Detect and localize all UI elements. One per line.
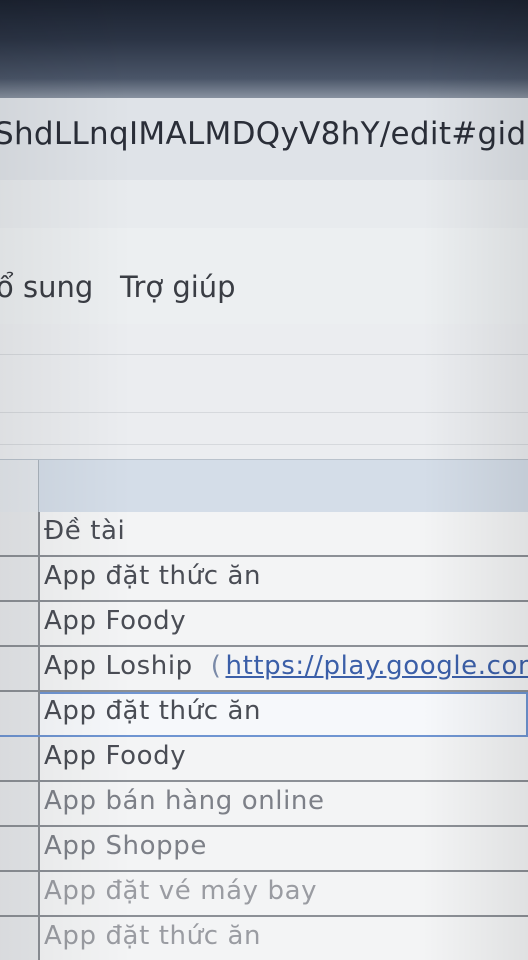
table-cell[interactable]: App Foody [44,741,186,771]
row-number[interactable] [0,512,40,555]
table-cell[interactable]: App Loship (https://play.google.com/s [44,651,528,681]
menu-bar: ổ sung Trợ giúp [0,228,528,325]
table-row[interactable]: App Loship (https://play.google.com/s [0,647,528,692]
table-row[interactable]: App đặt vé máy bay [0,872,528,917]
row-number[interactable] [0,917,40,960]
title-strip [0,180,528,229]
row-number[interactable] [0,872,40,915]
column-header-row [0,459,528,513]
screen: ShdLLnqIMALMDQyV8hY/edit#gid=156 ổ sung … [0,0,528,960]
cell-link[interactable]: https://play.google.com/s [226,651,528,681]
row-number[interactable] [0,827,40,870]
select-all-corner[interactable] [0,460,39,512]
table-row[interactable]: App Shoppe [0,827,528,872]
table-cell[interactable]: App bán hàng online [44,786,325,816]
address-bar[interactable]: ShdLLnqIMALMDQyV8hY/edit#gid=156 [0,98,528,182]
table-cell[interactable]: App Foody [44,606,186,636]
table-cell[interactable]: App đặt thức ăn [44,921,261,951]
table-cell[interactable]: App đặt thức ăn [44,561,261,591]
menu-item-addons[interactable]: ổ sung [0,270,93,304]
row-number[interactable] [0,557,40,600]
toolbar [0,324,528,459]
sheet-rows: Đề tài App đặt thức ăn App Foody App Los… [0,512,528,960]
row-number[interactable] [0,692,40,735]
table-row[interactable]: App Foody [0,737,528,782]
cell-text: App Loship [44,651,193,681]
cell-paren: ( [210,651,222,681]
row-number[interactable] [0,647,40,690]
table-row[interactable]: App đặt thức ăn [0,557,528,602]
table-cell[interactable]: App đặt vé máy bay [44,876,317,906]
table-cell[interactable]: App đặt thức ăn [44,696,261,726]
menu-item-help[interactable]: Trợ giúp [120,270,236,304]
url-text[interactable]: ShdLLnqIMALMDQyV8hY/edit#gid=156 [0,116,528,152]
row-number[interactable] [0,602,40,645]
row-number[interactable] [0,782,40,825]
monitor-bezel [0,0,528,98]
table-row[interactable]: App đặt thức ăn [0,917,528,960]
table-row[interactable]: App Foody [0,602,528,647]
table-row-selected[interactable]: App đặt thức ăn [0,692,528,737]
table-row[interactable]: Đề tài [0,512,528,557]
cell-header-topic[interactable]: Đề tài [44,516,125,546]
table-cell[interactable]: App Shoppe [44,831,207,861]
row-number[interactable] [0,737,40,780]
table-row[interactable]: App bán hàng online [0,782,528,827]
